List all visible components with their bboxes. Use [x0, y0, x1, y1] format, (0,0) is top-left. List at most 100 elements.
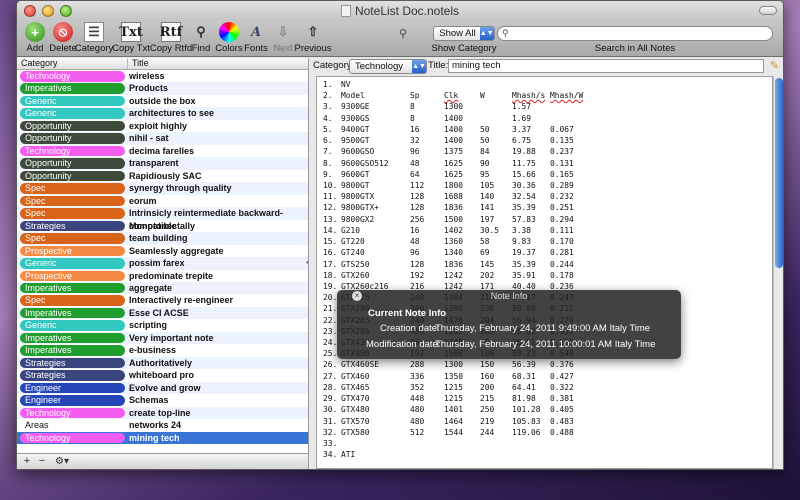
note-title: Schemas [129, 395, 169, 406]
list-item[interactable]: Prospective Seamlessly aggregate [17, 245, 308, 257]
list-item[interactable]: Opportunity exploit highly [17, 120, 308, 132]
list-item[interactable]: Opportunity nihil - sat [17, 132, 308, 145]
list-item[interactable]: Areas networks 24 [17, 419, 308, 431]
text-line: 12. 9800GTX+ 128 1836 141 35.39 0.251 [323, 202, 772, 213]
list-item[interactable]: Generic possim farex [17, 257, 308, 270]
list-item[interactable]: Strategies Monotonectally [17, 220, 308, 232]
text-cell: 90 [480, 158, 490, 168]
category-badge: Opportunity [20, 120, 125, 132]
category-column-header[interactable]: Category [21, 58, 58, 69]
text-cell: 250 [480, 405, 495, 415]
list-item[interactable]: Spec team building [17, 232, 308, 245]
toolbar-toggle-button[interactable] [759, 6, 777, 15]
list-item[interactable]: Spec Interactively re-engineer [17, 294, 308, 306]
category-badge: Imperatives [20, 345, 125, 356]
text-cell: 512 [410, 427, 425, 437]
minimize-window-icon[interactable] [42, 5, 54, 17]
list-item[interactable]: Engineer Evolve and grow [17, 381, 308, 395]
text-cell: 192 [410, 270, 425, 280]
title-bar[interactable]: NoteList Doc.notels [17, 1, 783, 21]
footer-remove-button[interactable]: − [35, 455, 49, 468]
note-title: wireless [129, 71, 165, 81]
list-item[interactable]: Imperatives Esse CI ACSE [17, 306, 308, 320]
footer-add-button[interactable]: + [20, 455, 34, 468]
pencil-icon[interactable]: ✎ [770, 59, 779, 72]
scrollbar-thumb[interactable] [775, 78, 783, 268]
note-title: predominate trepite [129, 270, 214, 281]
text-cell: 50 [480, 136, 490, 146]
category-badge: Spec [20, 195, 125, 207]
text-cell: 101.28 [512, 405, 541, 415]
splitter-handle[interactable]: • [306, 258, 309, 267]
list-item[interactable]: Technology wireless [17, 70, 308, 82]
title-field[interactable]: mining tech [448, 59, 764, 73]
text-cell: 9500GT [341, 136, 370, 146]
list-item[interactable]: Generic scripting [17, 319, 308, 331]
text-cell: 9.83 [512, 237, 532, 247]
text-cell: 9800GX2 [341, 214, 375, 224]
text-line: 14. G210 16 1402 30.5 3.38 0.111 [323, 225, 772, 236]
search-input[interactable]: ⚲ [497, 26, 773, 41]
list-item[interactable]: Spec Intrinsicly reintermediate backward-… [17, 207, 308, 231]
title-field-value: mining tech [452, 60, 501, 71]
list-item[interactable]: Imperatives aggregate [17, 281, 308, 295]
note-info-panel: × Note Info Current Note Info Creation d… [337, 290, 681, 359]
list-item[interactable]: Opportunity Rapidiously SAC [17, 170, 308, 182]
text-cell: 105.83 [512, 416, 541, 426]
title-column-header[interactable]: Title [127, 58, 149, 69]
list-item[interactable]: Strategies whiteboard pro [17, 369, 308, 381]
list-item[interactable]: Generic outside the box [17, 95, 308, 107]
list-header: Category Title [17, 58, 308, 70]
note-title: scripting [129, 320, 168, 331]
category-badge: Spec [20, 183, 125, 194]
gear-menu-button[interactable]: ⚙▾ [51, 455, 73, 468]
text-cell: 9800GTX [341, 192, 375, 202]
note-title: exploit highly [129, 120, 188, 131]
hud-close-icon[interactable]: × [352, 291, 362, 301]
zoom-window-icon[interactable] [60, 5, 72, 17]
list-footer: + − ⚙▾ [17, 453, 308, 469]
copy-txt-button[interactable]: Txt Copy Txt [111, 22, 151, 54]
previous-button[interactable]: ⇧ Previous [293, 22, 333, 54]
text-cell: 26. [323, 360, 338, 370]
list-item[interactable]: Opportunity transparent [17, 157, 308, 170]
note-text-area[interactable]: 1. NV 2. Model Sp Clk W Mhash/s Mhash/W 3. 9300GE 8… [316, 76, 773, 469]
list-item[interactable]: Technology mining tech [17, 431, 308, 445]
list-item[interactable]: Prospective predominate trepite [17, 270, 308, 282]
list-item[interactable]: Technology create top-line [17, 406, 308, 420]
category-badge: Engineer [20, 395, 125, 406]
editor-category-select[interactable]: Technology ▲▼ [349, 59, 427, 74]
text-cell: 0.322 [550, 382, 574, 392]
note-title: Seamlessly aggregate [129, 245, 224, 256]
text-cell: 81.98 [512, 394, 536, 404]
text-cell: 1350 [444, 371, 464, 381]
show-category-select[interactable]: Show All ▲▼ [433, 26, 495, 41]
note-title: mining tech [129, 432, 180, 443]
list-item[interactable]: Spec synergy through quality [17, 182, 308, 195]
category-badge: Opportunity [20, 158, 125, 169]
category-badge: Prospective [20, 270, 125, 281]
editor-scrollbar[interactable] [773, 76, 783, 469]
text-line: 28. GTX465 352 1215 200 64.41 0.322 [323, 382, 772, 393]
list-item[interactable]: Imperatives e-business [17, 344, 308, 356]
show-category-value: Show All [439, 28, 476, 39]
category-badge: Spec [20, 295, 125, 306]
text-cell: 58 [480, 237, 490, 247]
text-cell: 29. [323, 394, 338, 404]
text-line: 16. GT240 96 1340 69 19.37 0.281 [323, 247, 772, 258]
text-cell: 1464 [444, 416, 464, 426]
text-line: 18. GTX260 192 1242 202 35.91 0.178 [323, 270, 772, 281]
list-item[interactable]: Strategies Authoritatively [17, 356, 308, 370]
text-cell: 12. [323, 203, 338, 213]
list-item[interactable]: Generic architectures to see [17, 107, 308, 120]
category-button[interactable]: ☰ Category [74, 22, 114, 54]
list-item[interactable]: Engineer Schemas [17, 394, 308, 406]
text-cell: 35.39 [512, 203, 536, 213]
list-item[interactable]: Spec eorum [17, 195, 308, 207]
text-cell: 140 [480, 192, 495, 202]
list-item[interactable]: Imperatives Products [17, 82, 308, 95]
close-window-icon[interactable] [24, 5, 36, 17]
list-item[interactable]: Imperatives Very important note [17, 331, 308, 345]
text-cell: 18. [323, 270, 338, 280]
list-item[interactable]: Technology decima farelles [17, 145, 308, 157]
